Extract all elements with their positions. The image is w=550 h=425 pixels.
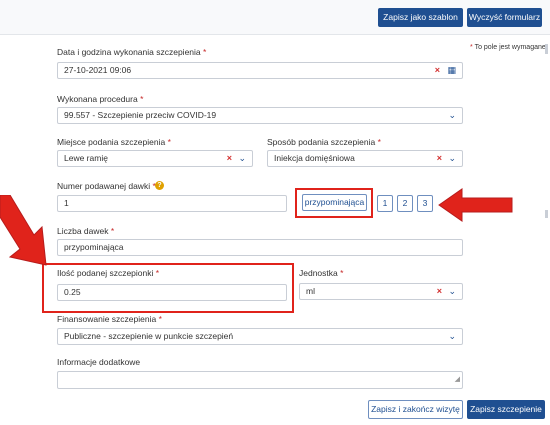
- annotation-arrow-right: [438, 188, 513, 222]
- clear-icon[interactable]: ×: [227, 151, 232, 166]
- amount-label: Ilość podanej szczepionki *: [57, 268, 160, 278]
- funding-select[interactable]: Publiczne - szczepienie w punkcie szczep…: [57, 328, 463, 345]
- additional-info-label: Informacje dodatkowe: [57, 357, 141, 367]
- dose-count-value: przypominająca: [64, 242, 124, 252]
- additional-info-textarea[interactable]: ◢: [57, 371, 463, 389]
- dose-option-booster[interactable]: przypominająca: [302, 194, 367, 211]
- calendar-icon[interactable]: ▦: [447, 63, 456, 78]
- scroll-edge-mark: [545, 44, 548, 54]
- dose-number-input[interactable]: 1: [57, 195, 287, 212]
- clear-form-button[interactable]: Wyczyść formularz: [467, 8, 542, 27]
- save-as-template-button[interactable]: Zapisz jako szablon: [378, 8, 463, 27]
- procedure-value: 99.557 - Szczepienie przeciw COVID-19: [64, 110, 217, 120]
- method-value: Iniekcja domięśniowa: [274, 153, 355, 163]
- clear-icon[interactable]: ×: [435, 63, 440, 78]
- chevron-down-icon[interactable]: ⌄: [448, 329, 456, 344]
- datetime-value: 27-10-2021 09:06: [64, 65, 132, 75]
- funding-label: Finansowanie szczepienia *: [57, 314, 162, 324]
- amount-value: 0.25: [64, 287, 81, 297]
- dose-option-2[interactable]: 2: [397, 195, 413, 212]
- unit-value: ml: [306, 286, 315, 296]
- unit-label: Jednostka *: [299, 268, 344, 278]
- save-vaccination-button[interactable]: Zapisz szczepienie: [467, 400, 545, 419]
- method-label: Sposób podania szczepienia *: [267, 137, 381, 147]
- dose-count-input[interactable]: przypominająca: [57, 239, 463, 256]
- scroll-edge-mark: [545, 210, 548, 218]
- site-value: Lewe ramię: [64, 153, 108, 163]
- method-select[interactable]: Iniekcja domięśniowa × ⌄: [267, 150, 463, 167]
- resize-handle-icon[interactable]: ◢: [455, 372, 460, 387]
- clear-icon[interactable]: ×: [437, 151, 442, 166]
- amount-input[interactable]: 0.25: [57, 284, 287, 301]
- arrow-down-right-shape: [0, 195, 47, 266]
- save-and-close-visit-button[interactable]: Zapisz i zakończ wizytę: [368, 400, 463, 419]
- dose-count-label: Liczba dawek *: [57, 226, 115, 236]
- top-toolbar: Zapisz jako szablon Wyczyść formularz: [0, 0, 550, 35]
- chevron-down-icon[interactable]: ⌄: [448, 108, 456, 123]
- chevron-down-icon[interactable]: ⌄: [448, 284, 456, 299]
- datetime-field[interactable]: 27-10-2021 09:06 × ▦: [57, 62, 463, 79]
- procedure-select[interactable]: 99.557 - Szczepienie przeciw COVID-19 ⌄: [57, 107, 463, 124]
- help-icon[interactable]: ?: [155, 181, 164, 190]
- unit-select[interactable]: ml × ⌄: [299, 283, 463, 300]
- site-select[interactable]: Lewe ramię × ⌄: [57, 150, 253, 167]
- dose-number-label: Numer podawanej dawki *: [57, 181, 156, 191]
- clear-icon[interactable]: ×: [437, 284, 442, 299]
- required-note: * To pole jest wymagane: [470, 44, 546, 51]
- datetime-label: Data i godzina wykonania szczepienia *: [57, 47, 207, 57]
- site-label: Miejsce podania szczepienia *: [57, 137, 171, 147]
- chevron-down-icon[interactable]: ⌄: [238, 151, 246, 166]
- annotation-arrow-left: [0, 195, 47, 266]
- procedure-label: Wykonana procedura *: [57, 94, 144, 104]
- arrow-left-shape: [438, 188, 513, 222]
- dose-option-3[interactable]: 3: [417, 195, 433, 212]
- dose-option-1[interactable]: 1: [377, 195, 393, 212]
- chevron-down-icon[interactable]: ⌄: [448, 151, 456, 166]
- funding-value: Publiczne - szczepienie w punkcie szczep…: [64, 331, 234, 341]
- dose-number-value: 1: [64, 198, 69, 208]
